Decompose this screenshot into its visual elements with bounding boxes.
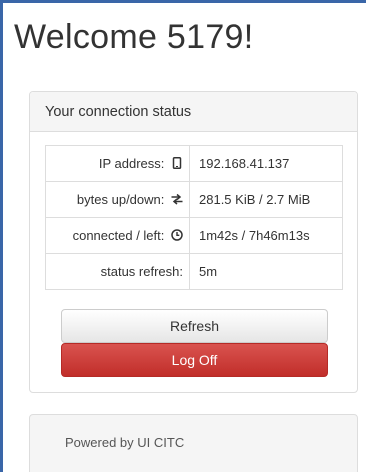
refresh-button[interactable]: Refresh [61, 309, 328, 343]
connected-label: connected / left: [72, 228, 165, 243]
logoff-button[interactable]: Log Off [61, 343, 328, 377]
table-row: IP address: 192.168.41.137 [45, 145, 343, 182]
table-row: status refresh: 5m [45, 253, 343, 290]
footer-panel: Powered by UI CITC [29, 414, 358, 472]
connected-label-cell: connected / left: [45, 217, 190, 254]
bytes-label-cell: bytes up/down: [45, 181, 190, 218]
bytes-label: bytes up/down: [76, 192, 165, 207]
ip-address-label: IP address: [98, 156, 165, 171]
status-table: IP address: 192.168.41.137 bytes up/down… [45, 145, 343, 290]
bytes-value: 281.5 KiB / 2.7 MiB [189, 181, 343, 218]
window-frame-top [0, 0, 366, 3]
table-row: bytes up/down: 281.5 KiB / 2.7 MiB [45, 181, 343, 218]
connected-value: 1m42s / 7h46m13s [189, 217, 343, 254]
ip-address-value: 192.168.41.137 [189, 145, 343, 182]
ip-address-label-cell: IP address: [45, 145, 190, 182]
phone-icon [172, 157, 182, 169]
table-row: connected / left: 1m42s / 7h46m13s [45, 217, 343, 254]
refresh-interval-value: 5m [189, 253, 343, 290]
refresh-interval-label-cell: status refresh: [45, 253, 190, 290]
refresh-interval-label: status refresh: [100, 264, 183, 279]
panel-heading: Your connection status [30, 92, 357, 132]
connection-status-panel: Your connection status IP address: 192.1… [29, 91, 358, 393]
page-title: Welcome 5179! [14, 18, 254, 56]
window-frame-left [0, 0, 3, 472]
clock-icon [171, 229, 183, 241]
transfer-arrows-icon [171, 193, 183, 205]
footer-text: Powered by UI CITC [65, 435, 185, 450]
